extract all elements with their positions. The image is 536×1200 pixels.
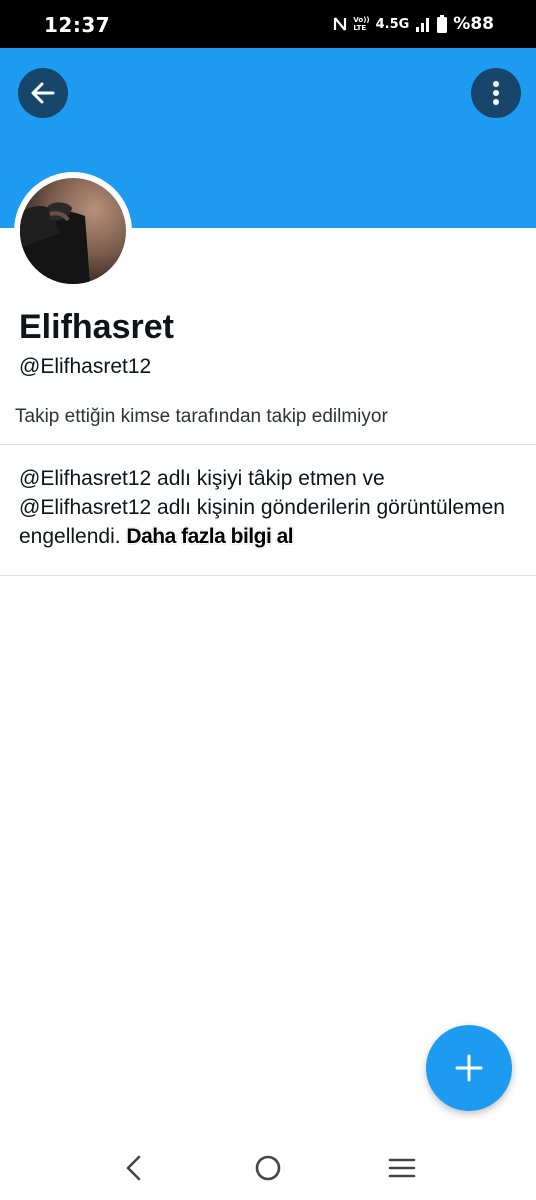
plus-icon [455, 1054, 483, 1082]
volte-bottom-label: LTE [353, 24, 367, 32]
learn-more-link[interactable]: Daha fazla bilgi al [126, 525, 293, 548]
compose-button[interactable] [426, 1025, 512, 1111]
display-name: Elifhasret [19, 308, 174, 346]
nav-recents-icon [388, 1158, 416, 1178]
avatar-image [20, 178, 126, 284]
followers-you-know-note: Takip ettiğin kimse tarafından takip edi… [15, 406, 388, 427]
avatar[interactable] [14, 172, 132, 290]
status-bar: 12:37 Vo)) LTE 4.5G %88 [0, 0, 536, 48]
battery-percent: %88 [453, 14, 494, 34]
system-nav-bar [0, 1140, 536, 1200]
handle: @Elifhasret12 [19, 355, 152, 378]
more-options-button[interactable] [471, 68, 521, 118]
network-type: 4.5G [375, 16, 410, 32]
volte-indicator: Vo)) LTE [353, 16, 369, 32]
block-notice: @Elifhasret12 adlı kişiyi tâkip etmen ve… [19, 464, 519, 551]
nav-home-button[interactable] [246, 1148, 290, 1188]
battery-icon [437, 15, 448, 33]
arrow-left-icon [31, 82, 55, 104]
signal-icon [416, 18, 430, 32]
nav-back-button[interactable] [112, 1148, 156, 1188]
nav-recents-button[interactable] [380, 1148, 424, 1188]
nav-back-icon [126, 1155, 141, 1181]
nav-home-icon [255, 1155, 281, 1181]
status-icons: Vo)) LTE 4.5G %88 [333, 12, 494, 36]
status-time: 12:37 [44, 13, 111, 37]
divider [0, 444, 536, 445]
nfc-icon [334, 17, 347, 31]
more-vertical-icon [493, 81, 499, 105]
volte-top-label: Vo)) [353, 16, 370, 24]
back-button[interactable] [18, 68, 68, 118]
divider [0, 575, 536, 576]
